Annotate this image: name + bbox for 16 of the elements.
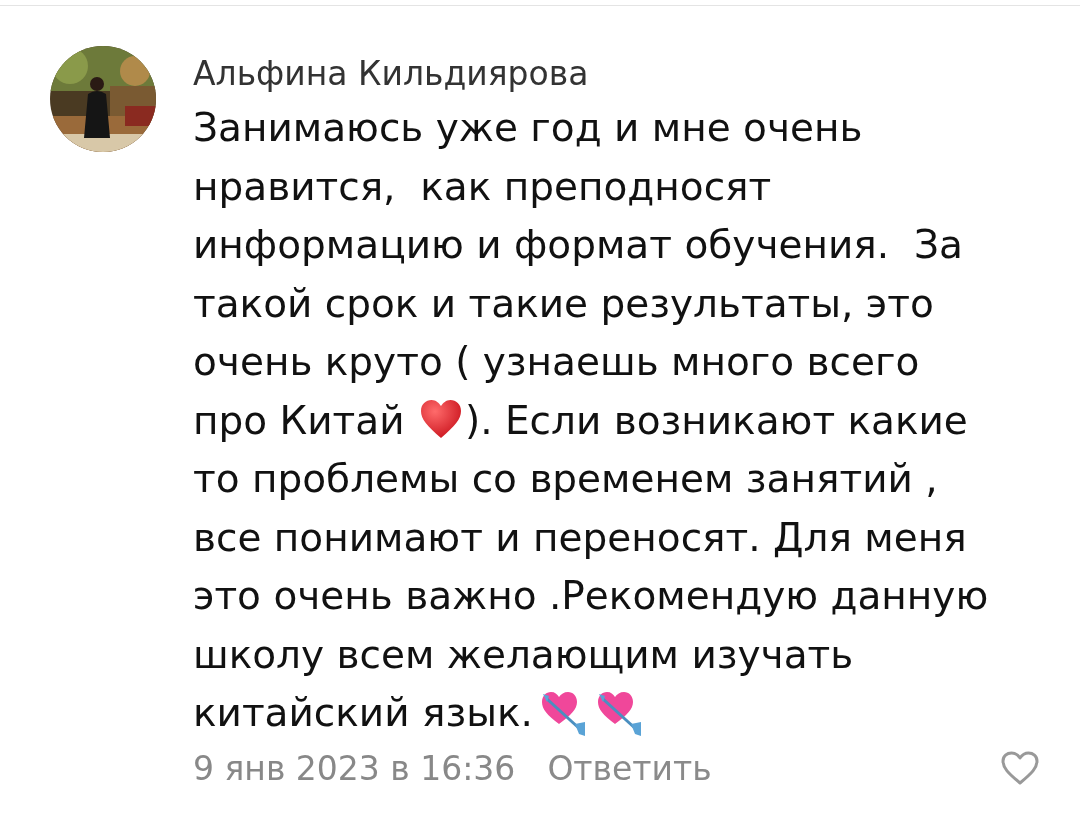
comment-text: все понимают и переносят. Для меня (193, 514, 967, 560)
comment-text: школу всем желающим изучать (193, 631, 854, 677)
comment-text: Занимаюсь уже год и мне очень (193, 105, 863, 150)
comment-text: такой срок и такие результаты, это (193, 280, 934, 326)
like-button[interactable] (1000, 750, 1040, 786)
comment-text: китайский язык. (193, 690, 533, 735)
comment-text: очень круто ( узнаешь много всего (193, 339, 920, 384)
comment-date: 9 янв 2023 в 16:36 (193, 748, 516, 788)
comment-text: то проблемы со временем занятий , (193, 456, 938, 501)
comment-text: нравится, как преподносят (193, 163, 772, 209)
comment-text: это очень важно .Рекомендую данную (193, 573, 989, 618)
heart-icon (418, 397, 463, 440)
comment-text: про Китай (193, 397, 406, 443)
comment-text: информацию и формат обучения. За (193, 222, 963, 267)
author-name[interactable]: Альфина Кильдиярова (193, 54, 589, 93)
comment-text: ). Если возникают какие (464, 397, 968, 443)
